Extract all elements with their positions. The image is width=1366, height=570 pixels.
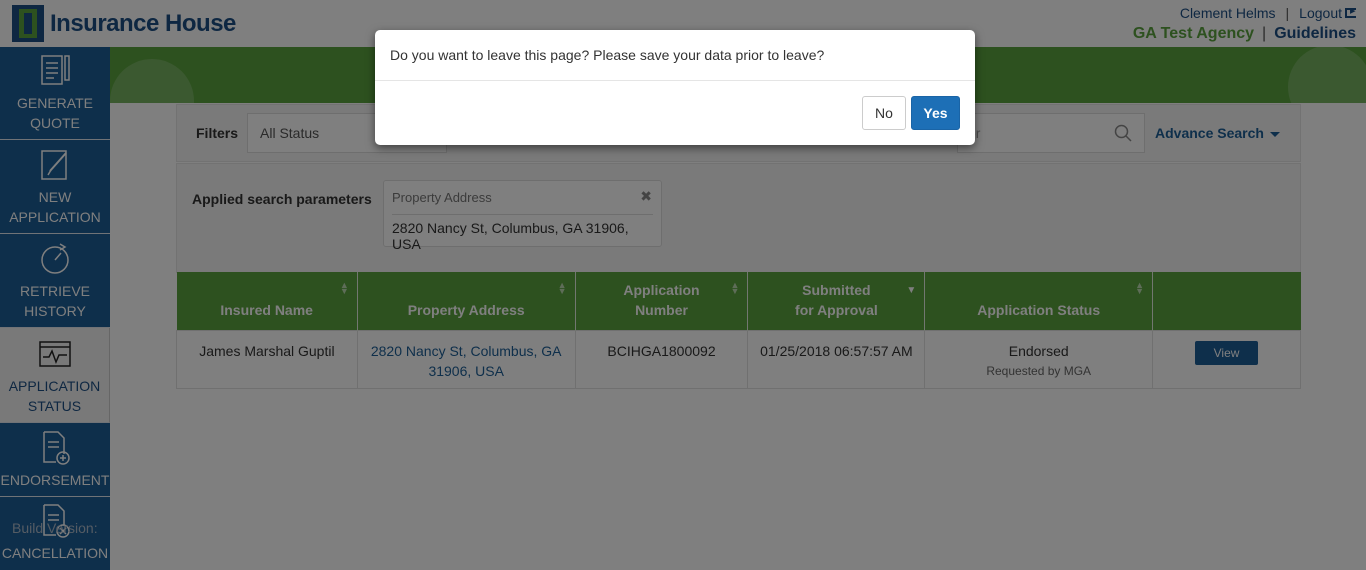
divider	[375, 80, 975, 81]
dialog-message: Do you want to leave this page? Please s…	[390, 47, 825, 63]
no-button[interactable]: No	[862, 96, 906, 130]
yes-button[interactable]: Yes	[911, 96, 960, 130]
confirm-leave-dialog: Do you want to leave this page? Please s…	[375, 30, 975, 145]
